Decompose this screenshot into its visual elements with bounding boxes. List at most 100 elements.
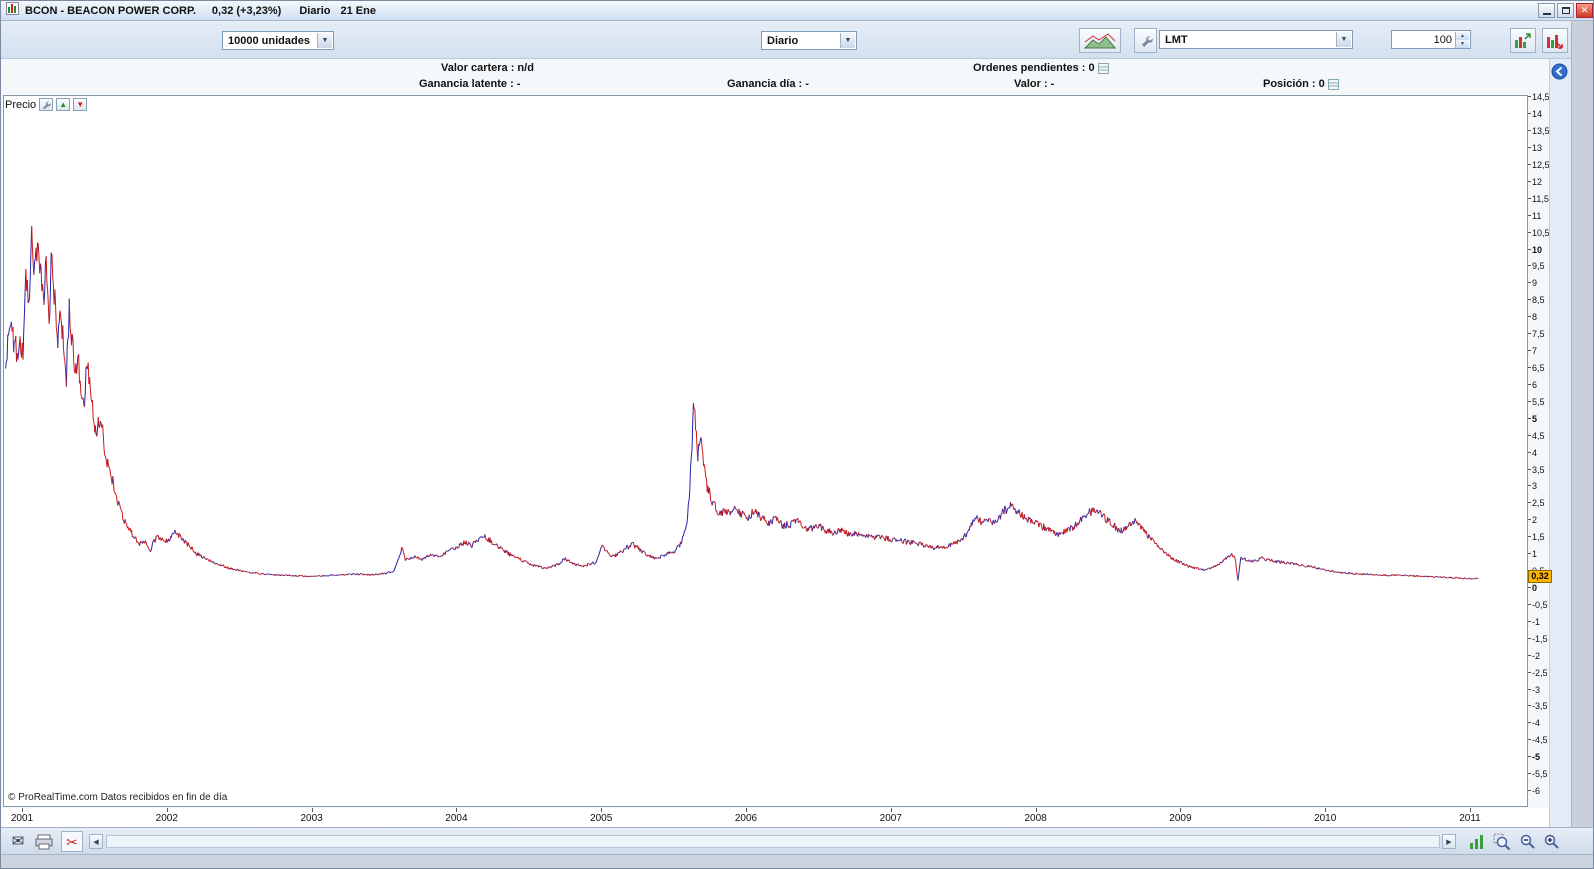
price-axis-tick: -5 — [1532, 752, 1540, 762]
price-axis-tick: 2 — [1532, 515, 1537, 525]
price-axis-tick: 4,5 — [1532, 431, 1545, 441]
order-type-dropdown[interactable]: LMT ▼ — [1159, 30, 1353, 49]
zoom-in-icon — [1543, 833, 1561, 851]
order-settings-button[interactable] — [1134, 28, 1157, 53]
current-price-tag: 0,32 — [1528, 570, 1552, 583]
position-grid-icon[interactable] — [1328, 79, 1339, 90]
bottom-toolbar: ✉ ✂ ◀ ▶ — [1, 827, 1594, 854]
price-axis-tick: 12,5 — [1532, 160, 1550, 170]
spinner-up-icon[interactable]: ▲ — [1455, 32, 1469, 40]
ganancia-dia-value: Ganancia día : - — [727, 78, 809, 90]
time-axis[interactable]: 2001200220032004200520062007200820092010… — [1, 808, 1549, 828]
price-panel-label: Precio — [5, 99, 36, 111]
ganancia-latente-text: Ganancia latente : - — [419, 78, 520, 90]
zoom-out-button[interactable] — [1517, 831, 1539, 852]
price-axis-tick: 13,5 — [1532, 126, 1550, 136]
zoom-selection-button[interactable] — [1491, 831, 1513, 852]
price-chart[interactable] — [3, 95, 1528, 807]
quantity-value: 100 — [1434, 34, 1452, 46]
spinner-down-icon[interactable]: ▼ — [1455, 40, 1469, 48]
time-axis-tickmark — [1325, 808, 1326, 812]
window-footer — [1, 854, 1594, 869]
scroll-left-button[interactable]: ◀ — [89, 834, 103, 849]
price-axis-tick: 1,5 — [1532, 532, 1545, 542]
printer-icon — [35, 834, 53, 850]
close-panel-button[interactable]: ▼ — [73, 98, 87, 111]
chart-style-icon — [1084, 32, 1116, 50]
expand-panel-button[interactable]: ▲ — [56, 98, 70, 111]
price-axis-tick: 8,5 — [1532, 295, 1545, 305]
time-axis-label: 2001 — [11, 813, 33, 824]
chart-style-button[interactable] — [1079, 28, 1121, 53]
time-axis-tickmark — [312, 808, 313, 812]
price-axis-tick: 9,5 — [1532, 261, 1545, 271]
price-axis-tick: 4 — [1532, 448, 1537, 458]
price-axis-tick: 6,5 — [1532, 363, 1545, 373]
price-axis-tick: 7 — [1532, 346, 1537, 356]
price-panel-header: Precio ▲ ▼ — [5, 98, 87, 111]
chart-scrollbar[interactable] — [106, 835, 1440, 848]
valor-value: Valor : - — [1014, 78, 1054, 90]
scissors-icon: ✂ — [66, 835, 78, 849]
ordenes-pendientes-text: Ordenes pendientes : 0 — [973, 62, 1109, 74]
time-axis-tickmark — [1180, 808, 1181, 812]
price-axis-tick: 3 — [1532, 481, 1537, 491]
right-panel-strip — [1549, 59, 1571, 827]
copyright-notice: © ProRealTime.com Datos recibidos en fin… — [8, 792, 227, 803]
wrench-icon — [1139, 34, 1153, 48]
envelope-icon: ✉ — [12, 834, 25, 849]
price-axis-tick: 11 — [1532, 211, 1541, 221]
scroll-right-button[interactable]: ▶ — [1442, 834, 1456, 849]
price-axis-tick: 14 — [1532, 109, 1542, 119]
price-axis-tick: 12 — [1532, 177, 1542, 187]
orders-grid-icon[interactable] — [1098, 63, 1109, 74]
period-dropdown[interactable]: Diario ▼ — [761, 31, 857, 50]
close-icon: ✕ — [1581, 5, 1589, 16]
price-axis-tick: -2 — [1532, 651, 1540, 661]
price-axis-tick: -2,5 — [1532, 668, 1548, 678]
price-settings-button[interactable] — [39, 98, 53, 111]
wrench-icon — [41, 100, 51, 110]
ganancia-latente-value: Ganancia latente : - — [419, 78, 520, 90]
price-axis-tick: 3,5 — [1532, 465, 1545, 475]
time-axis-label: 2003 — [300, 813, 322, 824]
price-axis-tick: 13 — [1532, 143, 1542, 153]
chevron-down-icon: ▼ — [317, 33, 332, 48]
arrow-down-icon: ▼ — [76, 100, 84, 109]
prorealtime-window: BCON - BEACON POWER CORP. 0,32 (+3,23%) … — [0, 0, 1594, 869]
close-button[interactable]: ✕ — [1576, 3, 1593, 18]
time-axis-label: 2006 — [735, 813, 757, 824]
bar-chart-icon — [1468, 833, 1485, 850]
window-title-period: Diario — [299, 5, 330, 17]
titlebar: BCON - BEACON POWER CORP. 0,32 (+3,23%) … — [1, 1, 1594, 21]
email-button[interactable]: ✉ — [7, 831, 29, 852]
window-title-date: 21 Ene — [341, 5, 376, 17]
buy-order-icon — [1514, 33, 1532, 49]
price-axis-tick: 2,5 — [1532, 498, 1545, 508]
arrow-right-icon: ▶ — [1446, 838, 1451, 846]
chevron-down-icon: ▼ — [840, 33, 855, 48]
price-axis-tick: -4 — [1532, 718, 1540, 728]
price-axis-tick: -3,5 — [1532, 701, 1548, 711]
units-dropdown[interactable]: 10000 unidades ▼ — [222, 31, 334, 50]
time-axis-tickmark — [1036, 808, 1037, 812]
quantity-stepper[interactable]: 100 ▲▼ — [1391, 30, 1471, 49]
period-dropdown-value: Diario — [767, 35, 798, 47]
price-axis-tick: -1 — [1532, 617, 1540, 627]
time-axis-label: 2008 — [1024, 813, 1046, 824]
auto-zoom-button[interactable] — [1465, 831, 1487, 852]
valor-cartera-value: Valor cartera : n/d — [441, 62, 534, 74]
zoom-in-button[interactable] — [1541, 831, 1563, 852]
price-axis-tick: 8 — [1532, 312, 1537, 322]
arrow-up-icon: ▲ — [59, 100, 67, 109]
price-axis-tick: -4,5 — [1532, 735, 1548, 745]
price-axis-tick: 5 — [1532, 414, 1537, 424]
time-axis-tickmark — [601, 808, 602, 812]
orders-panel-toggle[interactable] — [1551, 63, 1569, 81]
price-axis-tick: 7,5 — [1532, 329, 1545, 339]
valor-text: Valor : - — [1014, 78, 1054, 90]
cut-connection-button[interactable]: ✂ — [61, 831, 83, 852]
time-axis-tickmark — [1470, 808, 1471, 812]
price-axis-tick: 11,5 — [1532, 194, 1549, 204]
print-button[interactable] — [33, 831, 55, 852]
